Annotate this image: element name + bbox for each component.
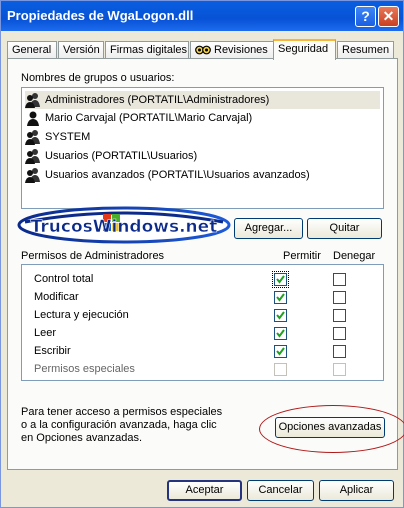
- tab-revisions[interactable]: Revisiones: [190, 41, 274, 59]
- deny-column-header: Denegar: [333, 250, 376, 262]
- users-icon: [25, 168, 40, 184]
- deny-checkbox[interactable]: [333, 273, 346, 286]
- allow-column-header: Permitir: [283, 250, 321, 262]
- add-button[interactable]: Agregar...: [234, 218, 303, 239]
- glasses-icon: [195, 45, 211, 55]
- list-item[interactable]: Administradores (PORTATIL\Administradore…: [25, 91, 380, 109]
- tab-label: Versión: [63, 44, 100, 56]
- deny-checkbox[interactable]: [333, 345, 346, 358]
- list-item[interactable]: Usuarios (PORTATIL\Usuarios): [25, 147, 380, 165]
- permission-row: Control total: [34, 273, 94, 285]
- watermark-logo: TrucosWindows.net: [17, 206, 231, 244]
- deny-checkbox[interactable]: [333, 291, 346, 304]
- checkmark-icon: [276, 311, 285, 320]
- permission-row: Permisos especiales: [34, 363, 135, 375]
- permission-row: Lectura y ejecución: [34, 309, 129, 321]
- apply-button[interactable]: Aplicar: [319, 480, 394, 501]
- allow-checkbox[interactable]: [274, 309, 287, 322]
- remove-button[interactable]: Quitar: [307, 218, 382, 239]
- deny-checkbox: [333, 363, 346, 376]
- tab-version[interactable]: Versión: [58, 41, 104, 59]
- list-item-label: Mario Carvajal (PORTATIL\Mario Carvajal): [45, 112, 253, 125]
- permissions-heading: Permisos de Administradores: [21, 250, 165, 262]
- tab-general[interactable]: General: [7, 41, 57, 59]
- list-item-label: Usuarios (PORTATIL\Usuarios): [45, 150, 198, 163]
- users-icon: [25, 93, 40, 109]
- help-button[interactable]: ?: [355, 6, 376, 27]
- allow-checkbox[interactable]: [274, 291, 287, 304]
- list-item[interactable]: Usuarios avanzados (PORTATIL\Usuarios av…: [25, 166, 380, 184]
- checkmark-icon: [276, 329, 285, 338]
- list-item-label: Usuarios avanzados (PORTATIL\Usuarios av…: [45, 169, 310, 182]
- tab-label: Revisiones: [214, 44, 268, 56]
- properties-window: Propiedades de WgaLogon.dll ? ✕ General …: [0, 0, 404, 508]
- tab-label: Resumen: [342, 44, 390, 56]
- deny-checkbox[interactable]: [333, 327, 346, 340]
- groups-heading: Nombres de grupos o usuarios:: [21, 72, 175, 84]
- advanced-info-line: en Opciones avanzadas.: [21, 432, 143, 444]
- deny-checkbox[interactable]: [333, 309, 346, 322]
- window-title: Propiedades de WgaLogon.dll: [7, 8, 194, 23]
- checkmark-icon: [276, 293, 285, 302]
- advanced-info-line: o a la configuración avanzada, haga clic: [21, 419, 217, 431]
- watermark-text: TrucosWindows.net: [31, 217, 218, 237]
- permission-row: Leer: [34, 327, 57, 339]
- allow-checkbox[interactable]: [274, 327, 287, 340]
- allow-checkbox[interactable]: [272, 271, 289, 288]
- permission-row: Escribir: [34, 345, 71, 357]
- allow-checkbox: [274, 363, 287, 376]
- advanced-options-button[interactable]: Opciones avanzadas: [275, 417, 385, 438]
- tab-label: Firmas digitales: [110, 44, 188, 56]
- tab-summary[interactable]: Resumen: [337, 41, 394, 59]
- users-icon: [25, 149, 40, 165]
- cancel-button[interactable]: Cancelar: [247, 480, 314, 501]
- list-item-label: SYSTEM: [45, 131, 91, 144]
- permission-row: Modificar: [34, 291, 79, 303]
- user-icon: [27, 111, 39, 127]
- list-item-label: Administradores (PORTATIL\Administradore…: [45, 94, 270, 107]
- close-button[interactable]: ✕: [378, 6, 399, 27]
- title-bar[interactable]: Propiedades de WgaLogon.dll ? ✕: [1, 1, 403, 31]
- list-item[interactable]: Mario Carvajal (PORTATIL\Mario Carvajal): [25, 109, 380, 127]
- tab-security[interactable]: Seguridad: [273, 39, 336, 60]
- users-icon: [25, 130, 40, 146]
- permissions-list: Control total Modificar Lectura y ejecuc…: [21, 264, 384, 381]
- tab-label: Seguridad: [278, 43, 329, 55]
- tab-digital-signatures[interactable]: Firmas digitales: [105, 41, 189, 59]
- groups-list[interactable]: Administradores (PORTATIL\Administradore…: [21, 87, 384, 209]
- checkmark-icon: [276, 347, 285, 356]
- list-item[interactable]: SYSTEM: [25, 128, 380, 146]
- tab-label: General: [12, 44, 52, 56]
- ok-button[interactable]: Aceptar: [167, 480, 242, 501]
- permissions-scroll-area: [367, 265, 383, 380]
- allow-checkbox[interactable]: [274, 345, 287, 358]
- advanced-info-line: Para tener acceso a permisos especiales: [21, 406, 223, 418]
- checkmark-icon: [276, 275, 285, 284]
